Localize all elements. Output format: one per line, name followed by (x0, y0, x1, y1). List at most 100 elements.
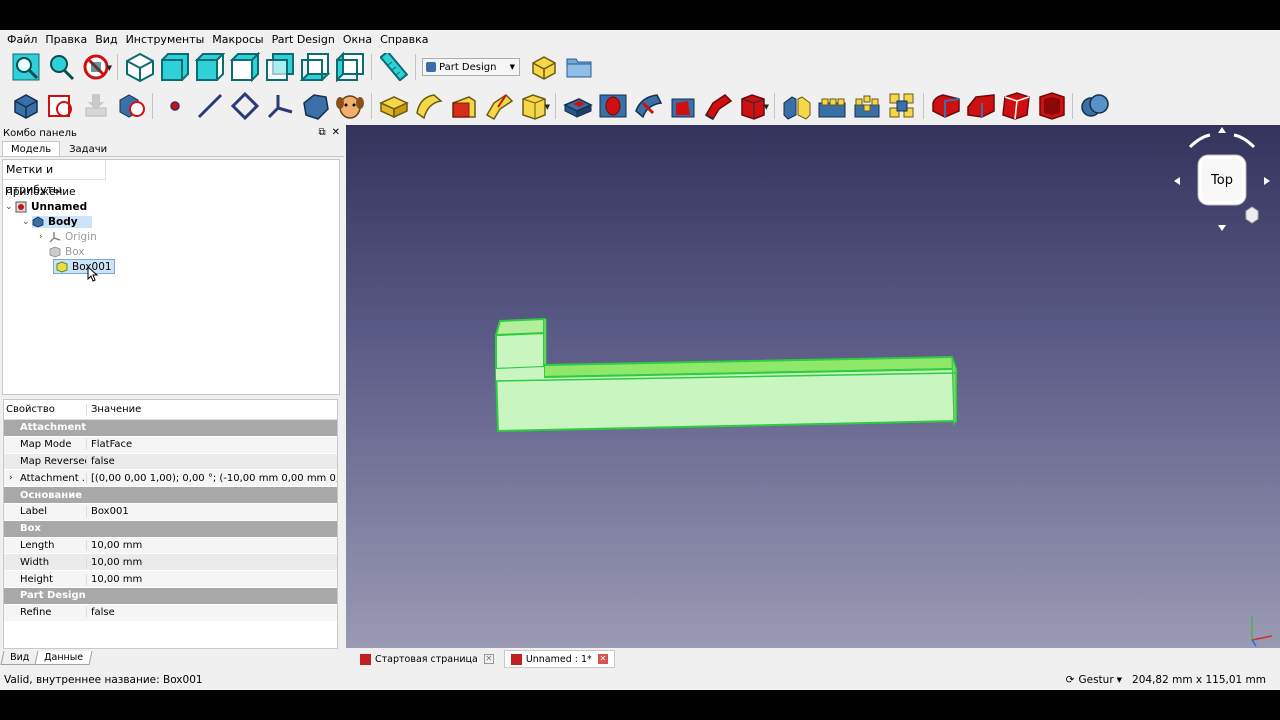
chevron-down-icon[interactable]: ⌄ (5, 202, 15, 212)
menu-tools[interactable]: Инструменты (122, 30, 209, 49)
rotate-right-icon[interactable] (1233, 133, 1256, 149)
fillet-button[interactable] (928, 89, 963, 123)
arrow-left-icon[interactable] (1174, 177, 1180, 185)
tree-item-origin[interactable]: › Origin (39, 229, 97, 244)
chamfer-button[interactable] (963, 89, 998, 123)
create-body-button[interactable] (8, 89, 43, 123)
float-panel-icon[interactable]: ⧉ (318, 127, 325, 138)
tab-view[interactable]: Вид (0, 651, 39, 665)
measure-button[interactable] (376, 50, 411, 84)
pad-button[interactable] (376, 89, 411, 123)
hole-button[interactable] (595, 89, 630, 123)
revolution-button[interactable] (411, 89, 446, 123)
tree-item-body[interactable]: ⌄ Body (22, 214, 92, 229)
datum-point-button[interactable] (157, 89, 192, 123)
property-row[interactable]: Map Reversed false (4, 453, 337, 471)
chevron-right-icon[interactable]: › (9, 473, 13, 483)
additive-pipe-button[interactable] (481, 89, 516, 123)
fit-selection-button[interactable] (43, 50, 78, 84)
property-row[interactable]: Length 10,00 mm (4, 537, 337, 555)
menu-windows[interactable]: Окна (339, 30, 376, 49)
property-row[interactable]: Refine false (4, 604, 337, 622)
mirrored-button[interactable] (779, 89, 814, 123)
top-view-button[interactable] (192, 50, 227, 84)
view-menu-icon[interactable] (1245, 206, 1259, 224)
additive-primitive-button[interactable]: ▼ (516, 89, 551, 123)
box001-shape[interactable] (494, 317, 958, 433)
property-row[interactable]: Width 10,00 mm (4, 554, 337, 572)
menu-help[interactable]: Справка (376, 30, 432, 49)
draft-button[interactable] (998, 89, 1033, 123)
tree-item-box[interactable]: Box (49, 244, 85, 259)
linear-pattern-button[interactable] (814, 89, 849, 123)
arrow-right-icon[interactable] (1264, 177, 1270, 185)
tab-model[interactable]: Модель (2, 141, 61, 156)
thickness-button[interactable] (1033, 89, 1068, 123)
arrow-down-icon[interactable] (1218, 225, 1226, 231)
part-button[interactable] (526, 50, 561, 84)
right-view-button[interactable] (227, 50, 262, 84)
menu-view[interactable]: Вид (91, 30, 121, 49)
property-value[interactable]: Box001 (86, 506, 337, 518)
bottom-view-button[interactable] (297, 50, 332, 84)
property-value[interactable]: 10,00 mm (86, 556, 337, 568)
property-row[interactable]: Map Mode FlatFace (4, 436, 337, 454)
boolean-button[interactable] (1077, 89, 1112, 123)
left-view-button[interactable] (332, 50, 367, 84)
chevron-down-icon[interactable]: ⌄ (22, 217, 32, 227)
group-attachment[interactable]: Attachment (4, 420, 337, 437)
group-part-design[interactable]: Part Design (4, 587, 337, 605)
3d-viewport[interactable]: Top (346, 125, 1280, 648)
navigation-style-selector[interactable]: ⟳ Gestur ▼ (1066, 674, 1122, 686)
chevron-right-icon[interactable]: › (39, 232, 49, 242)
tree-item-box001[interactable]: Box001 (53, 259, 115, 274)
tab-start-page[interactable]: Стартовая страница ✕ (354, 650, 500, 668)
menu-file[interactable]: Файл (3, 30, 41, 49)
draw-style-button[interactable]: ▼ (78, 50, 113, 84)
subtractive-pipe-button[interactable] (700, 89, 735, 123)
menu-macros[interactable]: Макросы (208, 30, 267, 49)
property-value[interactable]: FlatFace (86, 439, 337, 451)
clone-button[interactable] (332, 89, 367, 123)
fit-all-button[interactable] (8, 50, 43, 84)
tab-data[interactable]: Данные (34, 651, 93, 665)
groove-button[interactable] (630, 89, 665, 123)
multi-transform-button[interactable] (884, 89, 919, 123)
additive-loft-button[interactable] (446, 89, 481, 123)
tab-tasks[interactable]: Задачи (60, 141, 116, 156)
arrow-up-icon[interactable] (1218, 127, 1226, 133)
property-value[interactable]: 10,00 mm (86, 539, 337, 551)
tab-unnamed[interactable]: Unnamed : 1* ✕ (503, 650, 615, 668)
shape-binder-button[interactable] (297, 89, 332, 123)
attachment-button[interactable] (113, 89, 148, 123)
navigation-cube[interactable]: Top (1166, 125, 1280, 240)
property-value[interactable]: [(0,00 0,00 1,00); 0,00 °; (-10,00 mm 0,… (86, 472, 337, 484)
tree-item-document[interactable]: ⌄ Unnamed (5, 199, 87, 214)
local-coordinate-system-button[interactable] (262, 89, 297, 123)
menu-edit[interactable]: Правка (41, 30, 91, 49)
open-folder-button[interactable] (561, 50, 596, 84)
create-sketch-button[interactable] (43, 89, 78, 123)
subtractive-loft-button[interactable] (665, 89, 700, 123)
datum-line-button[interactable] (192, 89, 227, 123)
close-icon[interactable]: ✕ (597, 654, 608, 664)
isometric-view-button[interactable] (122, 50, 157, 84)
close-icon[interactable]: ✕ (483, 654, 494, 664)
property-value[interactable]: false (86, 607, 337, 619)
property-row[interactable]: Height 10,00 mm (4, 571, 337, 588)
group-base[interactable]: Основание (4, 487, 337, 504)
property-row[interactable]: Label Box001 (4, 503, 337, 521)
pocket-button[interactable] (560, 89, 595, 123)
property-row[interactable]: › Attachment ... [(0,00 0,00 1,00); 0,00 °… (4, 470, 337, 488)
rotate-left-icon[interactable] (1188, 133, 1211, 149)
front-view-button[interactable] (157, 50, 192, 84)
validate-sketch-button[interactable] (78, 89, 113, 123)
subtractive-primitive-button[interactable]: ▼ (735, 89, 770, 123)
datum-plane-button[interactable] (227, 89, 262, 123)
close-icon[interactable]: ✕ (332, 127, 340, 138)
polar-pattern-button[interactable] (849, 89, 884, 123)
property-value[interactable]: 10,00 mm (86, 573, 337, 585)
property-value[interactable]: false (86, 455, 337, 467)
menu-part-design[interactable]: Part Design (268, 30, 339, 49)
group-box[interactable]: Box (4, 520, 337, 538)
